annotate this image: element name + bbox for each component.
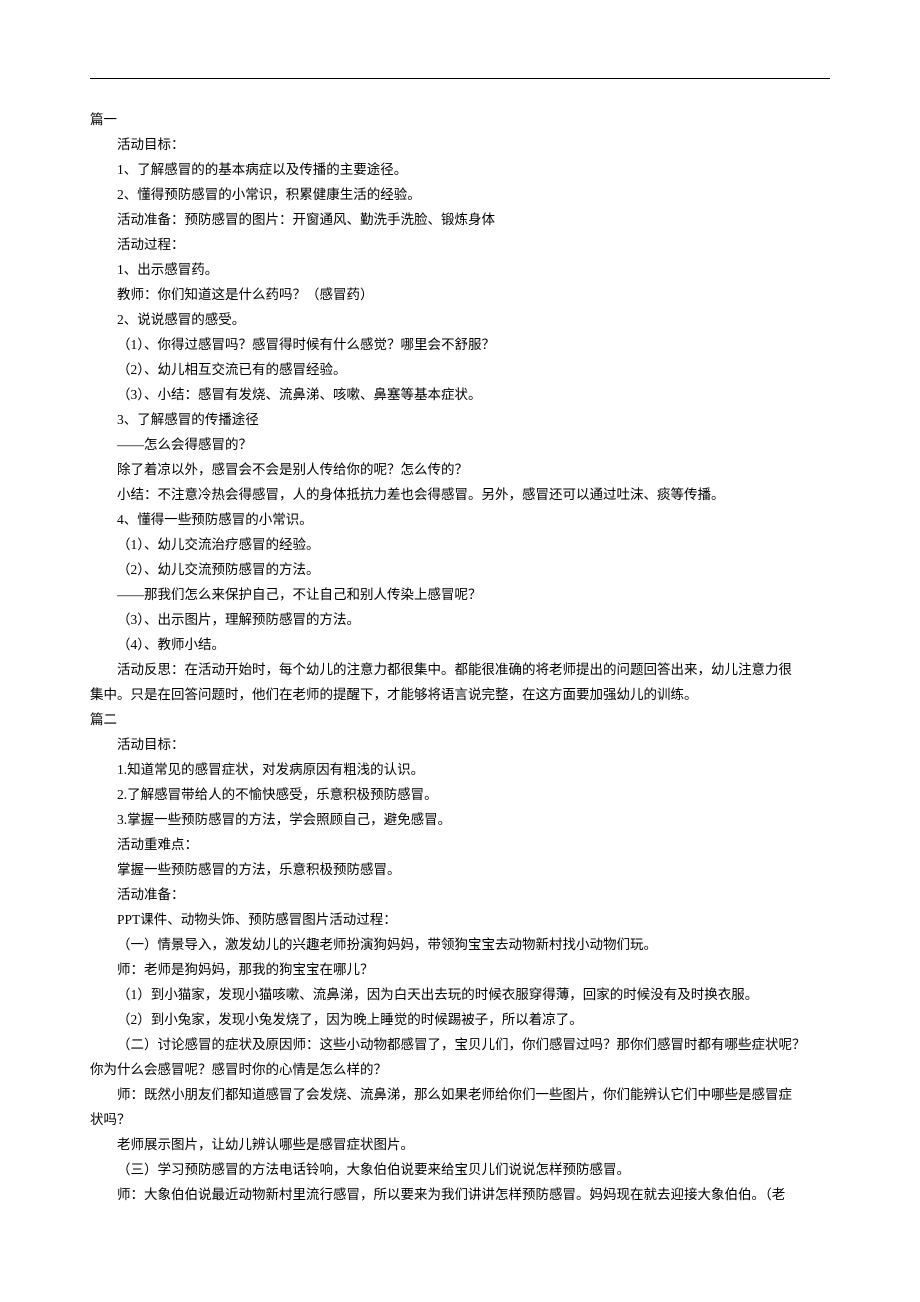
text-line: 小结：不注意冷热会得感冒，人的身体抵抗力差也会得感冒。另外，感冒还可以通过吐沫、…: [90, 482, 830, 507]
text-line: 教师：你们知道这是什么药吗？（感冒药）: [90, 282, 830, 307]
document-page: 篇一活动目标：1、了解感冒的的基本病症以及传播的主要途径。2、懂得预防感冒的小常…: [0, 0, 920, 1247]
text-line: 4、懂得一些预防感冒的小常识。: [90, 507, 830, 532]
text-line: 篇一: [90, 107, 830, 132]
text-line: 老师展示图片，让幼儿辨认哪些是感冒症状图片。: [90, 1132, 830, 1157]
text-line: （1）到小猫家，发现小猫咳嗽、流鼻涕，因为白天出去玩的时候衣服穿得薄，回家的时候…: [90, 982, 830, 1007]
text-line: 师：大象伯伯说最近动物新村里流行感冒，所以要来为我们讲讲怎样预防感冒。妈妈现在就…: [90, 1182, 830, 1207]
text-line: 师：既然小朋友们都知道感冒了会发烧、流鼻涕，那么如果老师给你们一些图片，你们能辨…: [90, 1082, 830, 1107]
text-line: （2）到小兔家，发现小兔发烧了，因为晚上睡觉的时候踢被子，所以着凉了。: [90, 1007, 830, 1032]
text-line: （三）学习预防感冒的方法电话铃响，大象伯伯说要来给宝贝儿们说说怎样预防感冒。: [90, 1157, 830, 1182]
top-rule: [90, 78, 830, 79]
text-line: 篇二: [90, 707, 830, 732]
text-line: 活动目标：: [90, 732, 830, 757]
text-line: （2）、幼儿交流预防感冒的方法。: [90, 557, 830, 582]
text-line: 1、了解感冒的的基本病症以及传播的主要途径。: [90, 157, 830, 182]
text-line: 活动重难点：: [90, 832, 830, 857]
text-line: 活动反思：在活动开始时，每个幼儿的注意力都很集中。都能很准确的将老师提出的问题回…: [90, 657, 830, 682]
text-line: 集中。只是在回答问题时，他们在老师的提醒下，才能够将语言说完整，在这方面要加强幼…: [90, 682, 830, 707]
text-line: 活动目标：: [90, 132, 830, 157]
text-line: 状吗？: [90, 1107, 830, 1132]
text-line: （4）、教师小结。: [90, 632, 830, 657]
text-line: 活动过程：: [90, 232, 830, 257]
text-line: （1）、你得过感冒吗？感冒得时候有什么感觉？哪里会不舒服？: [90, 332, 830, 357]
document-body: 篇一活动目标：1、了解感冒的的基本病症以及传播的主要途径。2、懂得预防感冒的小常…: [90, 107, 830, 1207]
text-line: 活动准备：预防感冒的图片：开窗通风、勤洗手洗脸、锻炼身体: [90, 207, 830, 232]
text-line: （1）、幼儿交流治疗感冒的经验。: [90, 532, 830, 557]
text-line: 3、了解感冒的传播途径: [90, 407, 830, 432]
text-line: 2、说说感冒的感受。: [90, 307, 830, 332]
text-line: 除了着凉以外，感冒会不会是别人传给你的呢？怎么传的？: [90, 457, 830, 482]
text-line: （2）、幼儿相互交流已有的感冒经验。: [90, 357, 830, 382]
text-line: 师：老师是狗妈妈，那我的狗宝宝在哪儿？: [90, 957, 830, 982]
text-line: （一）情景导入，激发幼儿的兴趣老师扮演狗妈妈，带领狗宝宝去动物新村找小动物们玩。: [90, 932, 830, 957]
text-line: （3）、出示图片，理解预防感冒的方法。: [90, 607, 830, 632]
text-line: 2、懂得预防感冒的小常识，积累健康生活的经验。: [90, 182, 830, 207]
text-line: 你为什么会感冒呢？感冒时你的心情是怎么样的？: [90, 1057, 830, 1082]
text-line: 活动准备：: [90, 882, 830, 907]
text-line: 3.掌握一些预防感冒的方法，学会照顾自己，避免感冒。: [90, 807, 830, 832]
text-line: PPT课件、动物头饰、预防感冒图片活动过程：: [90, 907, 830, 932]
text-line: 1.知道常见的感冒症状，对发病原因有粗浅的认识。: [90, 757, 830, 782]
text-line: ——怎么会得感冒的？: [90, 432, 830, 457]
text-line: 2.了解感冒带给人的不愉快感受，乐意积极预防感冒。: [90, 782, 830, 807]
text-line: ——那我们怎么来保护自己，不让自己和别人传染上感冒呢？: [90, 582, 830, 607]
text-line: 1、出示感冒药。: [90, 257, 830, 282]
text-line: 掌握一些预防感冒的方法，乐意积极预防感冒。: [90, 857, 830, 882]
text-line: （二）讨论感冒的症状及原因师：这些小动物都感冒了，宝贝儿们，你们感冒过吗？那你们…: [90, 1032, 830, 1057]
text-line: （3）、小结：感冒有发烧、流鼻涕、咳嗽、鼻塞等基本症状。: [90, 382, 830, 407]
